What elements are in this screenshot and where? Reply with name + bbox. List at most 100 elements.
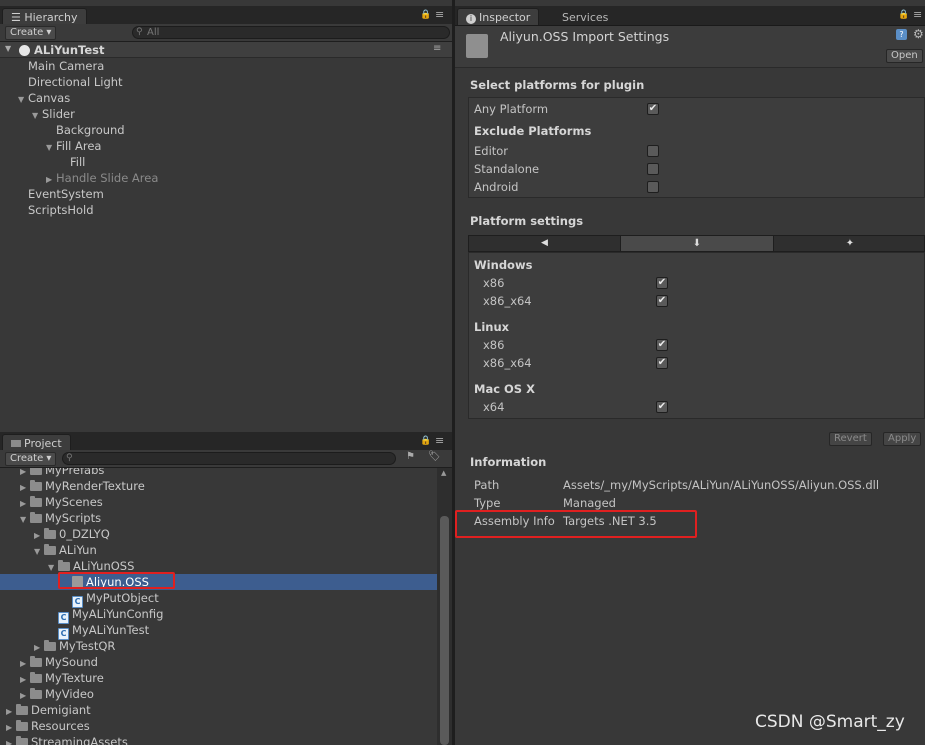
cpu-option-checkbox[interactable]: ✔ xyxy=(656,339,668,351)
hierarchy-item[interactable]: ▶ Handle Slide Area xyxy=(46,170,158,186)
project-item[interactable]: C MyALiYunConfig xyxy=(48,606,163,624)
information-heading: Information xyxy=(470,455,547,469)
project-item-label: MyScripts xyxy=(45,511,102,525)
hierarchy-item[interactable]: ▼ Canvas xyxy=(18,90,70,106)
tab-hierarchy[interactable]: ☰ Hierarchy xyxy=(2,8,87,25)
project-scrollbar[interactable]: ▲ xyxy=(437,468,452,745)
inspector-header: Aliyun.OSS Import Settings ? ⚙ Open xyxy=(455,26,925,68)
lock-icon[interactable]: 🔒 xyxy=(420,436,431,446)
tab-standalone-platform[interactable]: ⬇ xyxy=(621,236,774,251)
highlight-assembly-info xyxy=(455,510,697,538)
expand-arrow-icon[interactable]: ▶ xyxy=(6,736,16,745)
project-create-button[interactable]: Create ▾ xyxy=(5,452,57,466)
platform-tab-strip: ◀ ⬇ ✦ xyxy=(468,235,925,252)
project-item[interactable]: ▶ Resources xyxy=(6,718,90,734)
project-search-input[interactable]: ⚲ xyxy=(62,452,396,465)
expand-arrow-icon[interactable]: ▼ xyxy=(46,140,56,156)
scene-menu-icon[interactable]: ≡ xyxy=(433,43,441,54)
lock-icon[interactable]: 🔒 xyxy=(420,10,431,20)
project-item-label: 0_DZLYQ xyxy=(59,527,110,541)
hierarchy-item-label: Fill xyxy=(70,155,86,169)
expand-arrow-icon[interactable]: ▼ xyxy=(20,512,30,528)
folder-icon xyxy=(58,560,70,571)
hierarchy-create-button[interactable]: Create ▾ xyxy=(5,26,57,40)
hierarchy-item[interactable]: Background xyxy=(46,122,125,138)
project-item[interactable]: ▶ MySound xyxy=(20,654,98,670)
panel-menu-icon[interactable]: ≡ xyxy=(435,434,444,447)
project-item[interactable]: ▶ MyPrefabs xyxy=(20,468,104,478)
platform-group-heading: Mac OS X xyxy=(474,382,535,396)
filter-label-icon[interactable]: 🏷 xyxy=(428,451,441,462)
hierarchy-item-label: Handle Slide Area xyxy=(56,171,159,185)
project-item[interactable]: ▶ MyTestQR xyxy=(34,638,115,654)
cpu-option-checkbox[interactable]: ✔ xyxy=(656,295,668,307)
expand-arrow-icon[interactable]: ▼ xyxy=(34,544,44,560)
tab-project[interactable]: Project xyxy=(2,434,71,451)
project-item-label: ALiYunOSS xyxy=(73,559,135,573)
search-icon: ⚲ xyxy=(136,27,143,37)
project-item[interactable]: C MyPutObject xyxy=(62,590,159,608)
project-item[interactable]: ▶ 0_DZLYQ xyxy=(34,526,110,542)
project-item[interactable]: ▼ ALiYun xyxy=(34,542,97,558)
scene-header[interactable]: ▼ ALiYunTest ≡ xyxy=(0,42,452,58)
hierarchy-item[interactable]: ▼ Slider xyxy=(32,106,75,122)
project-item[interactable]: ▼ MyScripts xyxy=(20,510,101,526)
project-item[interactable]: ▶ MyScenes xyxy=(20,494,103,510)
expand-arrow-icon[interactable]: ▼ xyxy=(32,108,42,124)
cpu-option-checkbox[interactable]: ✔ xyxy=(656,277,668,289)
any-platform-checkbox[interactable]: ✔ xyxy=(647,103,659,115)
panel-menu-icon[interactable]: ≡ xyxy=(913,8,922,21)
tab-android-platform[interactable]: ✦ xyxy=(774,236,925,251)
exclude-platform-checkbox[interactable] xyxy=(647,145,659,157)
hierarchy-item[interactable]: Main Camera xyxy=(18,58,104,74)
hierarchy-item[interactable]: Fill xyxy=(60,154,85,170)
exclude-platform-checkbox[interactable] xyxy=(647,163,659,175)
help-icon[interactable]: ? xyxy=(896,29,907,40)
expand-arrow-icon[interactable]: ▼ xyxy=(18,92,28,108)
project-item-label: MyPrefabs xyxy=(45,468,105,477)
project-item[interactable]: ▶ MyTexture xyxy=(20,670,104,686)
folder-icon xyxy=(30,480,42,491)
hierarchy-search-input[interactable]: ⚲ All xyxy=(132,26,450,39)
expand-arrow-icon[interactable]: ▼ xyxy=(5,44,11,53)
hierarchy-item[interactable]: Directional Light xyxy=(18,74,123,90)
project-item[interactable]: ▶ Demigiant xyxy=(6,702,91,718)
gear-icon[interactable]: ⚙ xyxy=(913,27,924,41)
scroll-up-icon[interactable]: ▲ xyxy=(441,469,446,477)
project-item[interactable]: ▶ MyVideo xyxy=(20,686,94,702)
folder-icon xyxy=(16,736,28,745)
hierarchy-item[interactable]: ScriptsHold xyxy=(18,202,94,218)
project-item-label: MyVideo xyxy=(45,687,94,701)
open-button[interactable]: Open xyxy=(886,49,923,63)
filter-type-icon[interactable]: ⚑ xyxy=(406,451,415,462)
hierarchy-item[interactable]: ▼ Fill Area xyxy=(46,138,101,154)
unity-scene-icon xyxy=(19,45,30,56)
cpu-option-checkbox[interactable]: ✔ xyxy=(656,401,668,413)
apply-button[interactable]: Apply xyxy=(883,432,922,446)
select-platforms-heading: Select platforms for plugin xyxy=(470,78,645,92)
cpu-option-checkbox[interactable]: ✔ xyxy=(656,357,668,369)
project-item-label: StreamingAssets xyxy=(31,735,128,745)
tab-editor-platform[interactable]: ◀ xyxy=(469,236,621,251)
project-item[interactable]: ▶ MyRenderTexture xyxy=(20,478,145,494)
hierarchy-item[interactable]: EventSystem xyxy=(18,186,104,202)
hierarchy-item-label: Directional Light xyxy=(28,75,123,89)
revert-button[interactable]: Revert xyxy=(829,432,872,446)
project-item-label: MyTexture xyxy=(45,671,104,685)
cpu-option-label: x64 xyxy=(483,400,505,414)
platform-settings-heading: Platform settings xyxy=(470,214,584,228)
panel-menu-icon[interactable]: ≡ xyxy=(435,8,444,21)
folder-icon xyxy=(30,496,42,507)
plugin-icon xyxy=(466,34,488,58)
inspector-title: Aliyun.OSS Import Settings xyxy=(500,29,670,44)
scrollbar-thumb[interactable] xyxy=(440,516,449,745)
exclude-platform-checkbox[interactable] xyxy=(647,181,659,193)
project-item[interactable]: C MyALiYunTest xyxy=(48,622,149,640)
tab-services[interactable]: Services xyxy=(553,8,617,25)
lock-icon[interactable]: 🔒 xyxy=(898,10,909,20)
tab-inspector[interactable]: i Inspector xyxy=(457,8,540,25)
platform-group-heading: Windows xyxy=(474,258,533,272)
folder-icon xyxy=(44,528,56,539)
project-item-label: MyTestQR xyxy=(59,639,116,653)
project-item[interactable]: ▶ StreamingAssets xyxy=(6,734,128,745)
